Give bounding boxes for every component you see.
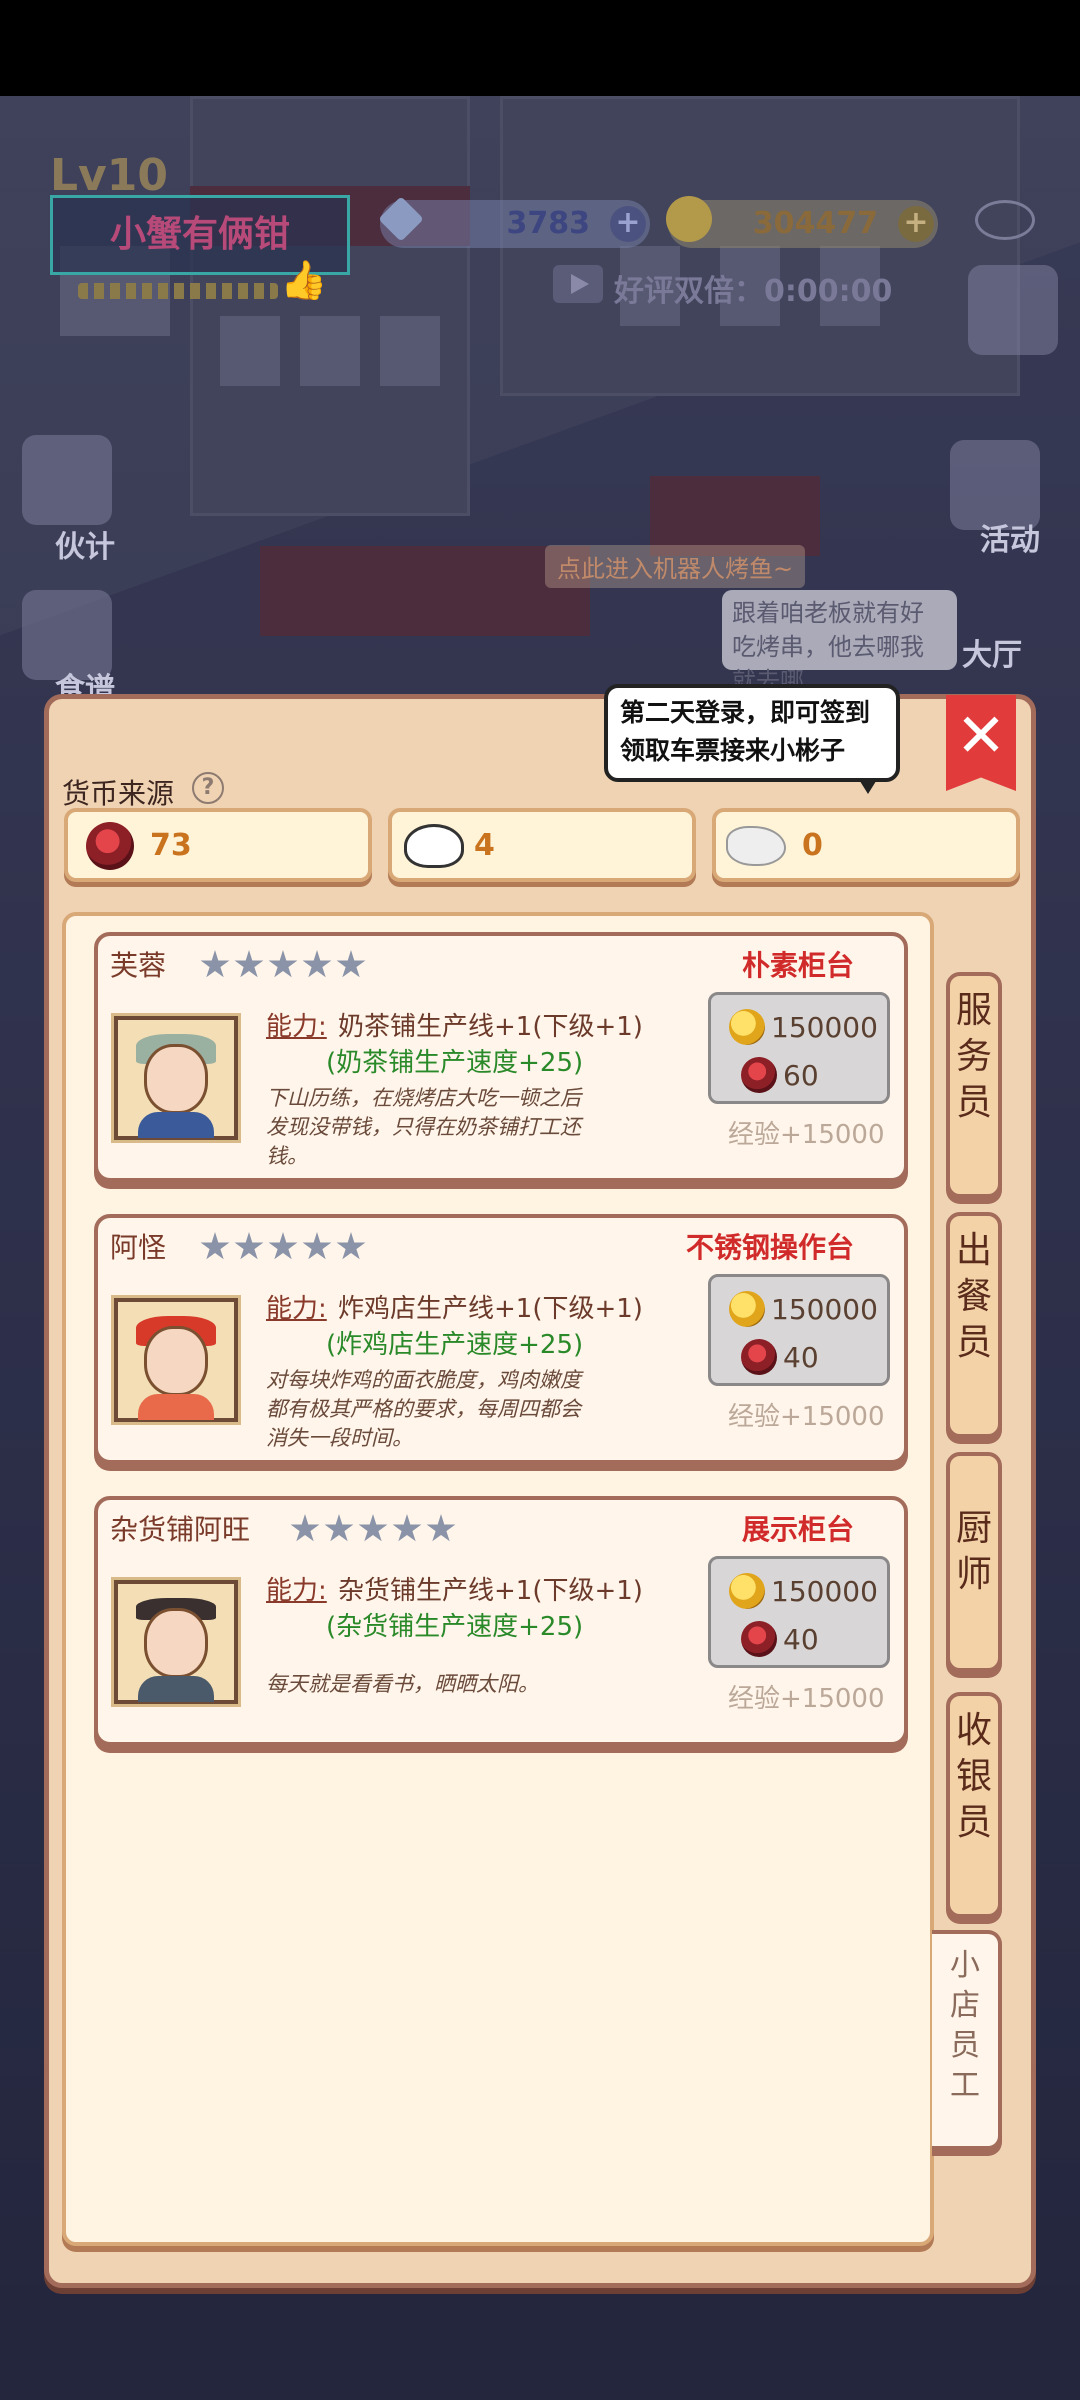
eye-icon[interactable]	[975, 200, 1035, 240]
gift-icon[interactable]	[968, 265, 1058, 355]
staff-description: 每天就是看看书，晒晒太阳。	[266, 1672, 539, 1696]
counter-type: 朴素柜台	[741, 949, 854, 982]
speed-bonus: (炸鸡店生产速度+25)	[326, 1330, 584, 1360]
ability-label: 能力:	[266, 1576, 327, 1606]
help-icon[interactable]: ?	[192, 772, 224, 804]
staff-card: 杂货铺阿旺 展示柜台 能力: 杂货铺生产线+1(下级+1) (杂货铺生产速度+2…	[94, 1496, 908, 1746]
star-rating	[200, 950, 366, 980]
gems-value: 3783	[506, 206, 591, 241]
gold-cost: 150000	[771, 1292, 878, 1326]
red-token-icon	[741, 1057, 777, 1093]
counter-type: 不锈钢操作台	[685, 1231, 854, 1264]
gold-coin-icon	[666, 196, 712, 242]
exp-reward: 经验+15000	[728, 1402, 885, 1432]
staff-name: 芙蓉	[110, 949, 167, 982]
staff-portrait[interactable]	[111, 1013, 241, 1143]
tab-chef[interactable]: 厨师	[946, 1452, 1002, 1672]
cat-mask-icon	[404, 824, 464, 868]
speed-bonus: (奶茶铺生产速度+25)	[326, 1048, 584, 1078]
gold-coin-icon	[729, 1009, 765, 1045]
tab-shop-staff[interactable]: 小店员工	[932, 1930, 1002, 2150]
close-button[interactable]: ✕	[946, 695, 1016, 791]
ability-label: 能力:	[266, 1012, 327, 1042]
npc-speech-bubble: 跟着咱老板就有好吃烤串，他去哪我就去哪	[722, 590, 957, 695]
speed-bonus: (杂货铺生产速度+25)	[326, 1612, 584, 1642]
staff-description: 对每块炸鸡的面衣脆度，鸡肉嫩度都有极其严格的要求，每周四都会消失一段时间。	[266, 1368, 581, 1450]
star-icon	[336, 1232, 366, 1260]
gold-coin-icon	[729, 1291, 765, 1327]
currency-value: 73	[150, 828, 192, 863]
side-label-activity: 活动	[980, 523, 1040, 558]
red-token-icon	[86, 822, 134, 870]
star-icon	[426, 1514, 456, 1542]
star-icon	[234, 1232, 264, 1260]
video-play-icon[interactable]	[553, 265, 603, 303]
counter-type: 展示柜台	[741, 1513, 854, 1546]
hire-button[interactable]: 150000 60	[708, 992, 890, 1104]
star-rating	[200, 1232, 366, 1262]
level-label: Lv10	[50, 150, 168, 201]
staff-card: 阿怪 不锈钢操作台 能力: 炸鸡店生产线+1(下级+1) (炸鸡店生产速度+25…	[94, 1214, 908, 1464]
red-token-icon	[741, 1339, 777, 1375]
hire-button[interactable]: 150000 40	[708, 1274, 890, 1386]
add-gems-button[interactable]: +	[610, 206, 646, 242]
star-icon	[268, 1232, 298, 1260]
exp-reward: 经验+15000	[728, 1684, 885, 1714]
gold-value: 304477	[752, 206, 878, 241]
staff-list: 芙蓉 朴素柜台 能力: 奶茶铺生产线+1(下级+1) (奶茶铺生产速度+25) …	[62, 912, 934, 2246]
tab-server[interactable]: 出餐员	[946, 1212, 1002, 1438]
currency-value: 0	[802, 828, 823, 863]
chef-hat-icon[interactable]	[22, 435, 112, 525]
star-icon	[268, 950, 298, 978]
double-reward-timer[interactable]: 好评双倍：0:00:00	[614, 266, 892, 310]
star-icon	[392, 1514, 422, 1542]
currency-box-token[interactable]: 73	[64, 808, 372, 882]
exp-reward: 经验+15000	[728, 1120, 885, 1150]
star-icon	[200, 1232, 230, 1260]
hire-button[interactable]: 150000 40	[708, 1556, 890, 1668]
currency-value: 4	[474, 828, 495, 863]
tab-waiter[interactable]: 服务员	[946, 972, 1002, 1198]
star-icon	[290, 1514, 320, 1542]
ability-text: 杂货铺生产线+1(下级+1)	[338, 1576, 643, 1606]
tab-cashier[interactable]: 收银员	[946, 1692, 1002, 1918]
side-label-partner: 伙计	[55, 530, 115, 565]
staff-portrait[interactable]	[111, 1295, 241, 1425]
rating-progress	[78, 283, 278, 299]
star-rating	[290, 1514, 456, 1544]
add-gold-button[interactable]: +	[898, 206, 934, 242]
login-tooltip: 第二天登录，即可签到领取车票接来小彬子	[604, 684, 900, 794]
star-icon	[302, 1232, 332, 1260]
status-bar	[0, 0, 1080, 96]
seal-icon	[726, 826, 786, 866]
currency-box-seal[interactable]: 0	[712, 808, 1020, 882]
star-icon	[200, 950, 230, 978]
currency-source-label: 货币来源	[62, 777, 175, 810]
side-label-hall: 大厅	[962, 638, 1022, 673]
close-icon: ✕	[955, 701, 1007, 771]
ability-text: 奶茶铺生产线+1(下级+1)	[338, 1012, 643, 1042]
staff-name: 杂货铺阿旺	[110, 1513, 251, 1546]
token-cost: 60	[783, 1058, 819, 1092]
red-token-icon	[741, 1621, 777, 1657]
token-cost: 40	[783, 1340, 819, 1374]
star-icon	[234, 950, 264, 978]
staff-name: 阿怪	[110, 1231, 167, 1264]
star-icon	[336, 950, 366, 978]
street-tip[interactable]: 点此进入机器人烤鱼~	[545, 545, 806, 588]
staff-portrait[interactable]	[111, 1577, 241, 1707]
star-icon	[324, 1514, 354, 1542]
thumbs-up-icon: 👍	[280, 258, 328, 302]
gold-cost: 150000	[771, 1574, 878, 1608]
token-cost: 40	[783, 1622, 819, 1656]
gold-coin-icon	[729, 1573, 765, 1609]
gold-cost: 150000	[771, 1010, 878, 1044]
staff-card: 芙蓉 朴素柜台 能力: 奶茶铺生产线+1(下级+1) (奶茶铺生产速度+25) …	[94, 932, 908, 1182]
star-icon	[358, 1514, 388, 1542]
ability-label: 能力:	[266, 1294, 327, 1324]
staff-description: 下山历练，在烧烤店大吃一顿之后发现没带钱，只得在奶茶铺打工还钱。	[266, 1086, 581, 1168]
star-icon	[302, 950, 332, 978]
currency-box-cat[interactable]: 4	[388, 808, 696, 882]
ability-text: 炸鸡店生产线+1(下级+1)	[338, 1294, 643, 1324]
